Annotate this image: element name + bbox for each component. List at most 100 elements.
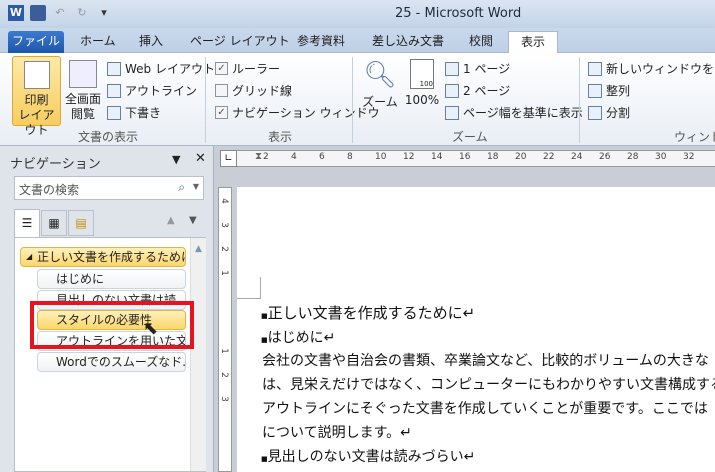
search-icon[interactable]: ⌕ <box>178 180 185 195</box>
two-pages-icon <box>445 83 459 98</box>
nav-item[interactable]: Wordでのスムーズなド... <box>37 352 186 372</box>
page-width-icon <box>445 105 459 120</box>
ruler-tick-label: 1 <box>218 270 229 276</box>
doc-line-text: 見出しのない文書は読みづらい↵ <box>267 449 476 465</box>
draft-button[interactable]: 下書き <box>107 104 161 121</box>
ribbon-tabs: ファイル ホーム 挿入 ページ レイアウト 参考資料 差し込み文書 校閲 表示 <box>0 28 715 53</box>
doc-paragraph-line[interactable]: 会社の文書や自治会の書類、卒業論文など、比較的ボリュームの大きな <box>262 350 709 370</box>
tab-mailings[interactable]: 差し込み文書 <box>372 31 444 53</box>
outline-button[interactable]: アウトライン <box>107 82 197 99</box>
ruler-tick-label: 3 <box>218 222 229 228</box>
tab-insert[interactable]: 挿入 <box>139 31 163 53</box>
nav-pane-checkbox[interactable]: ✓ ナビゲーション ウィンドウ <box>215 104 380 121</box>
tab-references[interactable]: 参考資料 <box>297 31 345 53</box>
headings-tree: ◢ 正しい文書を作成するために はじめに 見出しのない文書は読 スタイルの必要性 … <box>14 237 206 472</box>
search-dropdown-icon[interactable]: ▼ <box>193 182 199 191</box>
page-100-icon-text: 100 <box>419 80 433 88</box>
margin-corner-marker <box>237 277 261 299</box>
gridlines-label: グリッド線 <box>232 84 293 98</box>
ribbon: 印刷 レイアウト 全画面 閲覧 Web レイアウト アウトライン 下書き 文書の… <box>0 53 715 146</box>
customize-qat-icon[interactable]: ▾ <box>96 5 112 21</box>
zoom-100-button[interactable]: 100 100% <box>402 57 442 117</box>
doc-line-text: はじめに↵ <box>267 330 336 346</box>
doc-heading2[interactable]: ■見出しのない文書は読みづらい↵ <box>261 446 475 466</box>
scrollbar[interactable]: ▲ <box>190 238 206 471</box>
nav-item-heading[interactable]: ◢ 正しい文書を作成するために <box>20 247 186 267</box>
ruler-tick-label: 30 <box>655 152 667 162</box>
ruler-tick-label: 2 <box>218 246 229 252</box>
document-page[interactable]: ■正しい文書を作成するために↵ ■はじめに↵ 会社の文書や自治会の書類、卒業論文… <box>237 187 715 472</box>
split-button[interactable]: 分割 <box>588 104 630 121</box>
tab-file[interactable]: ファイル <box>8 31 64 53</box>
redo-icon[interactable]: ↻ <box>74 5 90 21</box>
doc-heading2[interactable]: ■はじめに↵ <box>261 327 335 347</box>
search-input[interactable]: 文書の検索 ⌕ ▼ <box>14 176 204 200</box>
scroll-up-icon[interactable]: ▲ <box>191 244 206 254</box>
ruler-tick-label: 4 <box>218 198 229 204</box>
doc-heading1[interactable]: ■正しい文書を作成するために↵ <box>261 302 475 323</box>
indent-marker-icon[interactable]: ⧗ <box>255 151 265 166</box>
ruler-tick-label: 24 <box>571 152 583 162</box>
print-layout-button[interactable]: 印刷 レイアウト <box>12 56 61 137</box>
nav-pane-label: ナビゲーション ウィンドウ <box>232 106 380 120</box>
next-heading-icon[interactable]: ▼ <box>189 215 197 226</box>
draft-icon <box>107 105 121 120</box>
group-label-window: ウィンドウ <box>674 130 715 144</box>
undo-icon[interactable]: ↶ <box>52 5 68 21</box>
web-layout-button[interactable]: Web レイアウト <box>107 60 215 77</box>
nav-pane-menu-icon[interactable]: ▼ <box>172 153 180 166</box>
ruler-tick-label: 3 <box>218 396 229 402</box>
two-pages-button[interactable]: 2 ページ <box>445 82 510 99</box>
draft-label: 下書き <box>125 106 162 120</box>
headings-tab-icon[interactable]: ☰ <box>14 209 40 238</box>
bullet-icon: ■ <box>261 312 268 320</box>
web-layout-icon <box>107 61 121 76</box>
full-screen-label-2: 閲覧 <box>70 107 95 121</box>
arrange-all-button[interactable]: 整列 <box>588 82 630 99</box>
previous-heading-icon[interactable]: ▲ <box>167 215 175 226</box>
collapse-icon[interactable]: ◢ <box>26 248 32 266</box>
doc-paragraph-line[interactable]: アウトラインにそぐった文書を作成していくことが重要です。ここでは <box>262 398 708 418</box>
one-page-button[interactable]: 1 ページ <box>445 60 510 77</box>
doc-paragraph-line[interactable]: は、見栄えだけではなく、コンピューターにもわかりやすい文書構成する <box>262 374 715 394</box>
divider <box>352 57 353 143</box>
tab-home[interactable]: ホーム <box>80 31 116 53</box>
zoom-label: ズーム <box>362 95 398 109</box>
ruler-tick-label: 8 <box>347 152 353 162</box>
magnifier-icon: 🔍︎ <box>363 60 397 90</box>
close-icon[interactable]: ✕ <box>195 151 206 166</box>
group-label-show: 表示 <box>268 130 293 144</box>
print-layout-label-2: レイアウト <box>18 108 55 137</box>
new-window-button[interactable]: 新しいウィンドウを開く <box>588 60 715 77</box>
bullet-icon: ■ <box>261 336 268 344</box>
ruler-tick-label: 10 <box>375 152 387 162</box>
tab-view[interactable]: 表示 <box>508 31 558 53</box>
tab-selector-icon[interactable]: ∟ <box>220 150 237 167</box>
nav-item-label: はじめに <box>56 272 105 286</box>
zoom-button[interactable]: 🔍︎ ズーム <box>360 57 400 117</box>
tab-review[interactable]: 校閲 <box>469 31 493 53</box>
ruler-checkbox[interactable]: ✓ ルーラー <box>215 60 280 77</box>
print-layout-label: 印刷 <box>24 93 49 107</box>
one-page-icon <box>445 61 459 76</box>
vertical-ruler[interactable]: 4 3 2 1 1 2 3 <box>218 187 232 472</box>
group-label-zoom: ズーム <box>452 130 488 144</box>
two-pages-label: 2 ページ <box>463 84 511 98</box>
divider <box>579 57 580 143</box>
arrange-label: 整列 <box>606 84 631 98</box>
gridlines-checkbox[interactable]: グリッド線 <box>215 82 292 99</box>
tab-page-layout[interactable]: ページ レイアウト <box>190 31 290 53</box>
doc-paragraph-line[interactable]: について説明します。↵ <box>262 422 412 442</box>
nav-item-label: Wordでのスムーズなド... <box>56 355 186 369</box>
page-width-button[interactable]: ページ幅を基準に表示 <box>445 104 583 121</box>
ruler-tick-label: 1 <box>218 348 229 354</box>
full-screen-reading-button[interactable]: 全画面 閲覧 <box>62 56 104 126</box>
checkbox-checked-icon: ✓ <box>215 62 228 75</box>
horizontal-ruler[interactable]: 2 4 6 8 10 12 14 16 18 20 22 24 26 28 30 32 ⧗ <box>237 150 715 167</box>
pages-tab-icon[interactable]: ▦ <box>41 210 67 236</box>
results-tab-icon[interactable]: ▤ <box>68 210 94 236</box>
checkbox-unchecked-icon <box>215 84 228 97</box>
nav-item[interactable]: はじめに <box>37 269 186 289</box>
nav-item-label: 正しい文書を作成するために <box>37 250 186 264</box>
save-icon[interactable] <box>30 5 46 21</box>
